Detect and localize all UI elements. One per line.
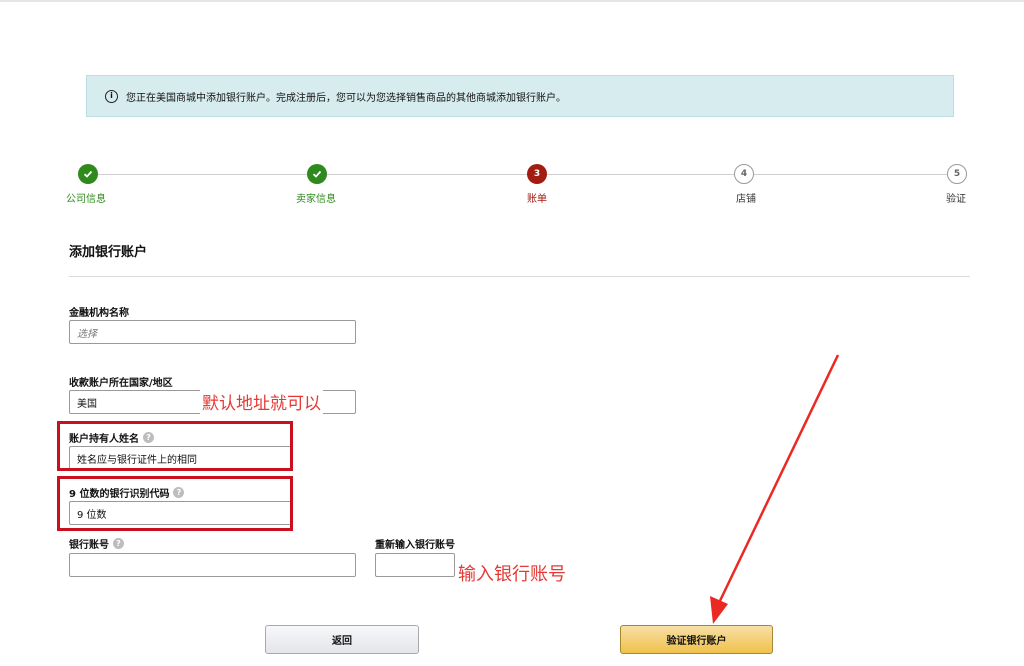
- verify-bank-account-button[interactable]: 验证银行账户: [620, 625, 773, 654]
- annotation-arrow: [710, 354, 840, 624]
- back-button[interactable]: 返回: [265, 625, 419, 654]
